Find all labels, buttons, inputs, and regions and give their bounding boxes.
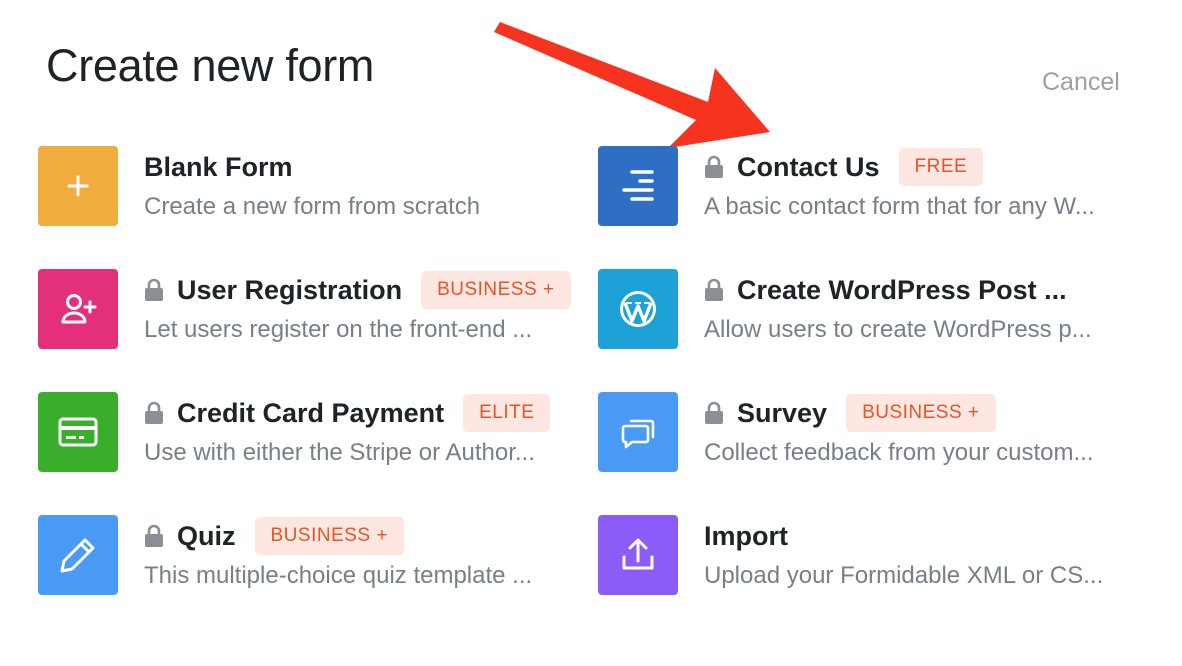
template-title: Survey bbox=[737, 397, 828, 428]
plan-badge: BUSINESS + bbox=[846, 394, 996, 432]
page-title: Create new form bbox=[46, 40, 375, 91]
credit-card-icon bbox=[58, 417, 98, 447]
template-description: A basic contact form that for any W... bbox=[704, 193, 1095, 220]
template-user-registration[interactable]: User Registration BUSINESS + Let users r… bbox=[38, 269, 590, 349]
annotation-arrow-icon bbox=[494, 22, 770, 148]
template-import[interactable]: Import Upload your Formidable XML or CS.… bbox=[598, 515, 1154, 595]
lock-icon bbox=[705, 401, 723, 424]
template-title: User Registration bbox=[177, 274, 403, 305]
plan-badge: BUSINESS + bbox=[421, 271, 571, 309]
credit-card-payment-tile bbox=[38, 392, 118, 472]
template-create-wordpress-post[interactable]: Create WordPress Post ... Allow users to… bbox=[598, 269, 1154, 349]
template-description: Let users register on the front-end ... bbox=[144, 316, 533, 343]
template-description: Collect feedback from your custom... bbox=[704, 439, 1094, 466]
lock-icon bbox=[145, 401, 163, 424]
lock-icon bbox=[705, 278, 723, 301]
template-credit-card-payment[interactable]: Credit Card Payment ELITE Use with eithe… bbox=[38, 392, 590, 472]
blank-form-tile bbox=[38, 146, 118, 226]
template-title: Create WordPress Post ... bbox=[737, 274, 1067, 305]
template-title: Contact Us bbox=[737, 151, 880, 182]
template-contact-us[interactable]: Contact Us FREE A basic contact form tha… bbox=[598, 146, 1154, 226]
lock-icon bbox=[145, 524, 163, 547]
create-wordpress-post-tile bbox=[598, 269, 678, 349]
lock-icon bbox=[705, 155, 723, 178]
template-survey[interactable]: Survey BUSINESS + Collect feedback from … bbox=[598, 392, 1154, 472]
pencil-icon bbox=[60, 538, 95, 573]
template-description: Upload your Formidable XML or CS... bbox=[704, 562, 1104, 589]
user-registration-tile bbox=[38, 269, 118, 349]
plus-icon bbox=[67, 175, 89, 197]
template-description: Allow users to create WordPress p... bbox=[704, 316, 1092, 343]
plan-badge: ELITE bbox=[463, 394, 551, 432]
chat-bubbles-icon bbox=[621, 419, 655, 449]
user-plus-icon bbox=[61, 294, 97, 324]
template-title: Credit Card Payment bbox=[177, 397, 445, 428]
survey-tile bbox=[598, 392, 678, 472]
lock-icon bbox=[145, 278, 163, 301]
template-description: Use with either the Stripe or Author... bbox=[144, 439, 535, 466]
wordpress-icon bbox=[620, 291, 656, 327]
template-title: Blank Form bbox=[144, 151, 293, 182]
template-title: Import bbox=[704, 520, 788, 551]
template-description: Create a new form from scratch bbox=[144, 193, 481, 220]
plan-badge: FREE bbox=[898, 148, 984, 186]
align-lines-icon bbox=[622, 170, 654, 201]
cancel-button[interactable]: Cancel bbox=[1042, 68, 1120, 97]
template-title: Quiz bbox=[177, 520, 236, 551]
quiz-tile bbox=[38, 515, 118, 595]
upload-icon bbox=[622, 538, 654, 570]
plan-badge: BUSINESS + bbox=[254, 517, 404, 555]
template-quiz[interactable]: Quiz BUSINESS + This multiple-choice qui… bbox=[38, 515, 590, 595]
contact-us-tile bbox=[598, 146, 678, 226]
import-tile bbox=[598, 515, 678, 595]
template-blank-form[interactable]: Blank Form Create a new form from scratc… bbox=[38, 146, 558, 226]
template-description: This multiple-choice quiz template ... bbox=[144, 562, 533, 589]
